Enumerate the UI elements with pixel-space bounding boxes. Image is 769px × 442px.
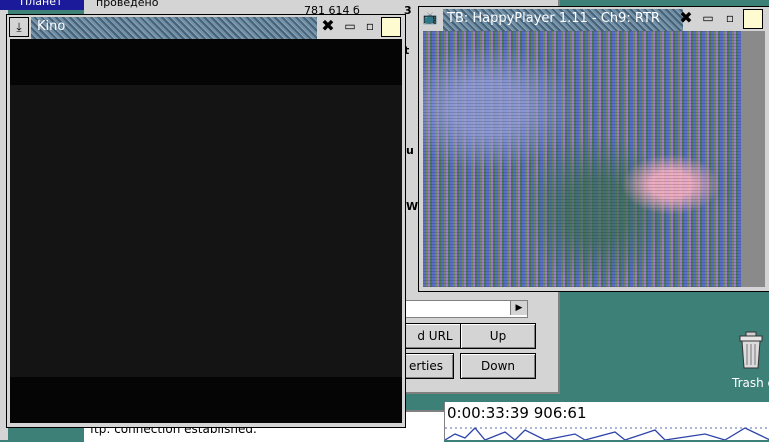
down-button[interactable]: Down <box>460 353 536 379</box>
file-row-fragment: u <box>406 144 414 157</box>
player-titlebar[interactable]: TB: HappyPlayer 1.11 - Ch9: RTR <box>443 9 683 31</box>
close-icon[interactable]: ✖ <box>677 9 695 27</box>
window-menu-icon[interactable]: ⤓ <box>9 17 29 37</box>
minimize-icon[interactable]: ▭ <box>341 17 359 35</box>
audio-waveform <box>445 427 769 440</box>
up-button[interactable]: Up <box>460 323 536 349</box>
restore-icon[interactable]: ▫ <box>361 17 379 35</box>
trash-label: Trash c <box>732 376 769 390</box>
maximize-icon[interactable] <box>743 9 763 29</box>
trash-icon[interactable] <box>736 330 766 370</box>
horizontal-scrollbar[interactable]: ▶ <box>396 300 528 318</box>
file-row-fragment: W <box>406 200 419 213</box>
vertical-scrollbar[interactable] <box>741 31 765 287</box>
file-row-label: проведено <box>96 0 159 9</box>
kino-window: Kino ⤓ ✖ ▭ ▫ <box>6 14 406 428</box>
letterbox-top <box>10 39 402 85</box>
kino-video-area[interactable] <box>10 39 402 423</box>
maximize-icon[interactable] <box>381 17 401 37</box>
scroll-right-icon[interactable]: ▶ <box>510 301 527 315</box>
minimize-icon[interactable]: ▭ <box>699 9 717 27</box>
letterbox-bottom <box>10 377 402 423</box>
left-panel-label: Планет <box>20 0 63 8</box>
tv-icon[interactable]: 📺 <box>421 9 439 27</box>
timeline-window: 0:00:33:39 906:61 <box>444 402 769 440</box>
player-title: TB: HappyPlayer 1.11 - Ch9: RTR <box>447 11 660 26</box>
left-panel-label-bar: Планет <box>0 0 84 10</box>
trash-desktop-item[interactable]: Trash c <box>730 330 769 390</box>
kino-title: Kino <box>37 19 66 34</box>
close-icon[interactable]: ✖ <box>319 17 337 35</box>
properties-button[interactable]: erties <box>398 353 454 379</box>
tv-player-window: 📺 TB: HappyPlayer 1.11 - Ch9: RTR ✖ ▭ ▫ <box>418 6 769 292</box>
timecode-display: 0:00:33:39 906:61 <box>447 404 587 422</box>
kino-titlebar[interactable]: Kino <box>31 17 317 39</box>
restore-icon[interactable]: ▫ <box>721 9 739 27</box>
tv-video-frame[interactable] <box>423 31 741 287</box>
